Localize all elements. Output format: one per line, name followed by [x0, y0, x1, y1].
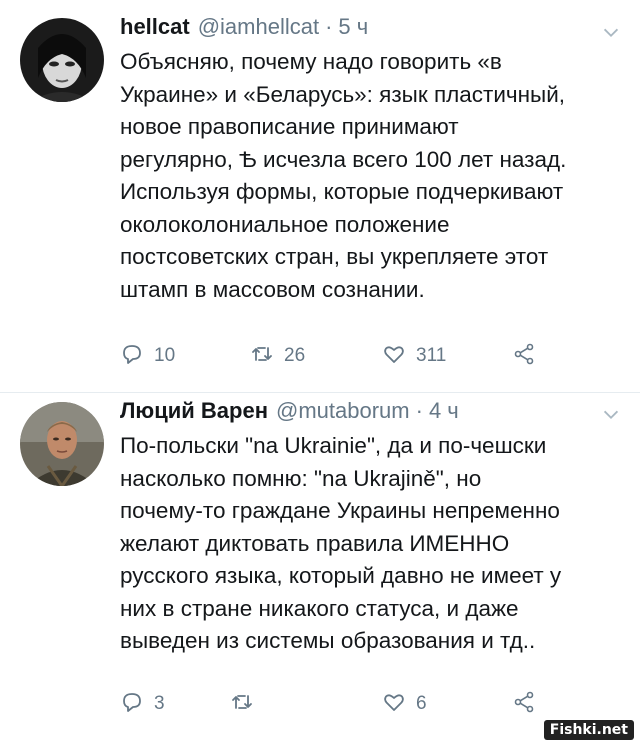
retweet-count: 26	[284, 345, 306, 366]
chevron-down-icon[interactable]	[600, 22, 622, 44]
reply-count: 3	[154, 693, 165, 714]
tweet-header: Люций Варен @mutaborum · 4 ч	[120, 398, 459, 430]
share-button[interactable]	[512, 688, 536, 720]
display-name[interactable]: Люций Варен	[120, 398, 268, 424]
retweet-button[interactable]	[230, 688, 264, 720]
display-name[interactable]: hellcat	[120, 14, 190, 40]
share-icon	[512, 342, 536, 371]
reply-button[interactable]: 3	[120, 688, 165, 720]
tweet-actions: 3 6	[120, 688, 600, 720]
timestamp[interactable]: 5 ч	[338, 14, 368, 40]
reply-icon	[120, 342, 144, 371]
avatar[interactable]	[20, 18, 104, 102]
chevron-down-icon[interactable]	[600, 404, 622, 426]
reply-button[interactable]: 10	[120, 340, 175, 372]
share-button[interactable]	[512, 340, 536, 372]
tweet-header: hellcat @iamhellcat · 5 ч	[120, 14, 368, 46]
share-icon	[512, 690, 536, 719]
watermark: Fishki.net	[543, 720, 634, 740]
reply-count: 10	[154, 345, 176, 366]
heart-icon	[382, 342, 406, 371]
timestamp[interactable]: 4 ч	[429, 398, 459, 424]
like-button[interactable]: 6	[382, 688, 427, 720]
separator-dot: ·	[325, 14, 333, 39]
retweet-button[interactable]: 26	[250, 340, 305, 372]
retweet-icon	[250, 342, 274, 371]
tweet-actions: 10 26 311	[120, 340, 600, 372]
user-handle[interactable]: @iamhellcat	[198, 14, 319, 40]
separator-dot: ·	[415, 398, 423, 423]
tweet-2[interactable]: Люций Варен @mutaborum · 4 ч По-польски …	[0, 392, 640, 744]
tweet-text: По-польски "na Ukrainie", да и по-чешски…	[120, 433, 562, 653]
avatar[interactable]	[20, 402, 104, 486]
user-handle[interactable]: @mutaborum	[276, 398, 410, 424]
like-count: 6	[416, 693, 427, 714]
avatar-man-portrait-icon	[20, 402, 104, 486]
reply-icon	[120, 690, 144, 719]
like-count: 311	[416, 345, 447, 366]
retweet-icon	[230, 690, 254, 719]
avatar-dark-portrait-icon	[20, 18, 104, 102]
tweet-1[interactable]: hellcat @iamhellcat · 5 ч Объясняю, поче…	[0, 0, 640, 392]
heart-icon	[382, 690, 406, 719]
like-button[interactable]: 311	[382, 340, 446, 372]
tweet-text: Объясняю, почему надо говорить «в Украин…	[120, 49, 567, 302]
